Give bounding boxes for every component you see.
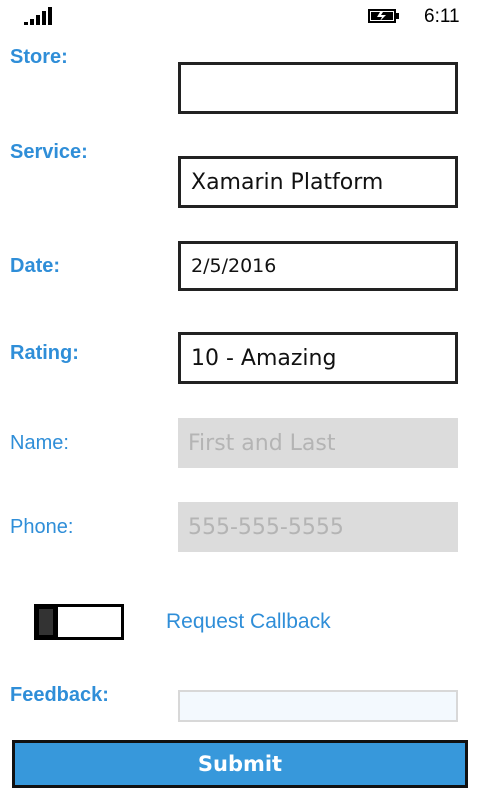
status-time: 6:11 xyxy=(424,6,460,27)
service-field[interactable]: Xamarin Platform xyxy=(178,156,458,208)
date-label: Date: xyxy=(10,255,61,277)
signal-strength-icon xyxy=(24,7,54,25)
battery-charging-icon xyxy=(368,9,399,23)
callback-toggle[interactable] xyxy=(34,604,124,640)
toggle-knob xyxy=(36,606,58,638)
feedback-textarea[interactable] xyxy=(178,690,458,722)
submit-button[interactable]: Submit xyxy=(12,740,468,788)
name-label: Name: xyxy=(10,432,69,454)
rating-picker[interactable]: 10 - Amazing xyxy=(178,332,458,384)
name-field[interactable]: First and Last xyxy=(178,418,458,468)
rating-label: Rating: xyxy=(10,342,79,364)
store-field[interactable] xyxy=(178,62,458,114)
feedback-label: Feedback: xyxy=(10,684,109,706)
feedback-form-screen: 6:11 Store: Service: Xamarin Platform Da… xyxy=(0,0,480,800)
phone-field[interactable]: 555-555-5555 xyxy=(178,502,458,552)
store-label: Store: xyxy=(10,46,68,68)
status-bar: 6:11 xyxy=(0,0,480,36)
phone-label: Phone: xyxy=(10,516,74,538)
service-label: Service: xyxy=(10,141,88,163)
request-callback-label[interactable]: Request Callback xyxy=(166,610,331,634)
date-picker[interactable]: 2/5/2016 xyxy=(178,241,458,291)
